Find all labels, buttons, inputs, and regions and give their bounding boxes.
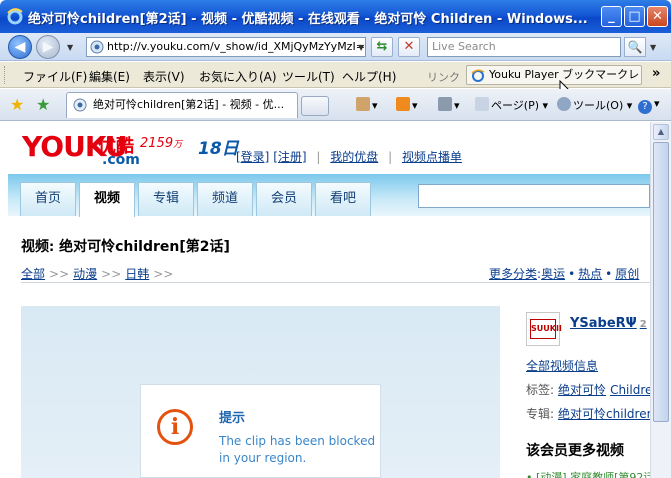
favorites-star-icon[interactable]: ★ (10, 95, 24, 114)
album-label: 专辑: (526, 407, 555, 421)
album-link[interactable]: 绝对可怜children (558, 407, 650, 421)
feeds-icon[interactable]: ▾ (396, 97, 418, 112)
browser-tab[interactable]: 绝对可怜children[第2话] - 视频 - 优... (66, 92, 298, 118)
forward-button[interactable]: ▶ (36, 35, 60, 59)
tag-link[interactable]: 绝对可怜 (558, 383, 606, 397)
tag-link[interactable]: Childre (610, 383, 650, 397)
gear-icon (557, 97, 571, 111)
page-icon (90, 40, 104, 54)
nav-kanba[interactable]: 看吧 (315, 182, 371, 216)
visitor-count: 2159万 (140, 136, 183, 151)
more-categories: 更多分类:奥运 • 热点 • 原创 (489, 267, 640, 281)
ie-logo-icon (7, 8, 23, 25)
video-player[interactable]: i 提示 The clip has been blocked in your r… (21, 306, 500, 478)
menu-tools[interactable]: ツール(T) (282, 68, 335, 85)
links-overflow-chevron-icon[interactable]: » (652, 66, 660, 81)
youku-logo[interactable]: YOUKU 优酷 .com (22, 130, 140, 168)
notice-body: The clip has been blocked in your region… (219, 434, 376, 465)
avatar-text: SUUKII (530, 319, 562, 339)
minimize-button[interactable]: _ (601, 6, 622, 27)
address-toolbar: ◀ ▶ ▼ http://v.youku.com/v_show/id_XMjQy… (0, 33, 671, 61)
stop-button[interactable]: ✕ (398, 37, 420, 57)
nav-video[interactable]: 视频 (79, 182, 135, 217)
search-dropdown-icon[interactable]: ▼ (650, 43, 656, 52)
browser-window: 绝对可怜children[第2话] - 视频 - 优酷视频 - 在线观看 - 绝… (0, 0, 671, 478)
address-url: http://v.youku.com/v_show/id_XMjQyMzYyMz… (107, 40, 365, 53)
help-icon[interactable]: ? ▾ (638, 97, 660, 114)
youku-tab-icon (73, 98, 87, 112)
nav-member[interactable]: 会员 (256, 182, 312, 216)
page-title: 视频: 绝对可怜children[第2话] (21, 239, 230, 255)
more-original[interactable]: 原创 (615, 267, 639, 281)
add-favorites-icon[interactable]: ★ (36, 95, 50, 114)
nav-album[interactable]: 专辑 (138, 182, 194, 216)
scroll-up-icon[interactable]: ▲ (653, 124, 669, 140)
search-input[interactable]: Live Search (427, 37, 621, 57)
close-button[interactable]: ✕ (647, 6, 668, 27)
menu-file[interactable]: ファイル(F) (23, 68, 87, 85)
new-tab-button[interactable] (301, 96, 329, 116)
nav-home[interactable]: 首页 (20, 182, 76, 216)
links-label: リンク (427, 71, 460, 84)
page-icon (475, 97, 489, 111)
vertical-scrollbar[interactable]: ▲ (650, 122, 671, 478)
history-dropdown-icon[interactable]: ▼ (67, 43, 73, 52)
print-icon[interactable]: ▾ (438, 97, 460, 112)
top-links: [登录] [注册] | 我的优盘 | 视频点播单 (236, 150, 463, 164)
avatar[interactable]: SUUKII (526, 312, 562, 346)
more-olympics[interactable]: 奥运 (541, 267, 565, 281)
register-link[interactable]: [注册] (273, 150, 306, 164)
ie-page-icon (471, 69, 485, 82)
menu-view[interactable]: 表示(V) (143, 68, 185, 85)
toolbar-grip[interactable] (4, 66, 7, 84)
menu-edit[interactable]: 編集(E) (89, 68, 130, 85)
site-search-input[interactable] (418, 184, 650, 208)
back-button[interactable]: ◀ (8, 35, 32, 59)
page-content: YOUKU 优酷 .com 2159万 18日 [登录] [注册] | 我的优盘… (0, 122, 650, 478)
tab-bar: ★ ★ 绝对可怜children[第2话] - 视频 - 优... ▾ ▾ ▾ … (0, 89, 671, 121)
logo-com: .com (102, 152, 140, 168)
crumb-jpkr[interactable]: 日韩 (125, 267, 149, 281)
uploader-name[interactable]: YSabeRΨ 2 (570, 316, 647, 331)
breadcrumb: 全部 >> 动漫 >> 日韩 >> (21, 267, 174, 281)
more-videos-heading: 该会员更多视频 (526, 443, 624, 459)
menu-favorites[interactable]: お気に入り(A) (199, 68, 277, 85)
tags-row: 标签: 绝对可怜 Childre (526, 381, 650, 398)
nav-channel[interactable]: 频道 (197, 182, 253, 216)
youku-bookmarklet-link[interactable]: Youku Player ブックマークレット (466, 65, 642, 85)
login-link[interactable]: [登录] (236, 150, 269, 164)
scroll-thumb[interactable] (653, 142, 669, 422)
address-dropdown-icon[interactable]: ▼ (358, 43, 364, 52)
page-menu[interactable]: ページ(P) ▾ (475, 97, 548, 113)
page-menu-label: ページ(P) (491, 99, 539, 112)
title-bar[interactable]: 绝对可怜children[第2话] - 视频 - 优酷视频 - 在线观看 - 绝… (0, 0, 671, 33)
notice-title: 提示 (219, 411, 246, 426)
menu-help[interactable]: ヘルプ(H) (342, 68, 396, 85)
crumb-all[interactable]: 全部 (21, 267, 45, 281)
tab-title: 绝对可怜children[第2话] - 视频 - 优... (93, 98, 285, 111)
info-icon: i (157, 409, 193, 445)
more-categories-link[interactable]: 更多分类 (489, 267, 537, 281)
playlist-link[interactable]: 视频点播单 (402, 150, 462, 164)
address-input[interactable]: http://v.youku.com/v_show/id_XMjQyMzYyMz… (86, 37, 366, 57)
divider (21, 282, 650, 283)
crumb-anime[interactable]: 动漫 (73, 267, 97, 281)
days-count: 18日 (198, 139, 239, 159)
search-icon[interactable]: 🔍 (624, 37, 646, 57)
my-youku-link[interactable]: 我的优盘 (330, 150, 378, 164)
tools-menu[interactable]: ツール(O) ▾ (557, 97, 632, 113)
tools-menu-label: ツール(O) (573, 99, 624, 112)
all-video-info-link[interactable]: 全部视频信息 (526, 357, 598, 374)
album-row: 专辑: 绝对可怜children (526, 405, 650, 422)
tags-label: 标签: (526, 383, 555, 397)
list-item[interactable]: • [动漫] 家庭教师[第92话 (526, 469, 650, 478)
maximize-button[interactable]: □ (624, 6, 645, 27)
window-title: 绝对可怜children[第2话] - 视频 - 优酷视频 - 在线观看 - 绝… (28, 12, 588, 27)
more-hot[interactable]: 热点 (578, 267, 602, 281)
home-icon[interactable]: ▾ (356, 97, 378, 112)
blocked-notice: i 提示 The clip has been blocked in your r… (140, 384, 381, 478)
refresh-button[interactable]: ⇆ (371, 37, 393, 57)
